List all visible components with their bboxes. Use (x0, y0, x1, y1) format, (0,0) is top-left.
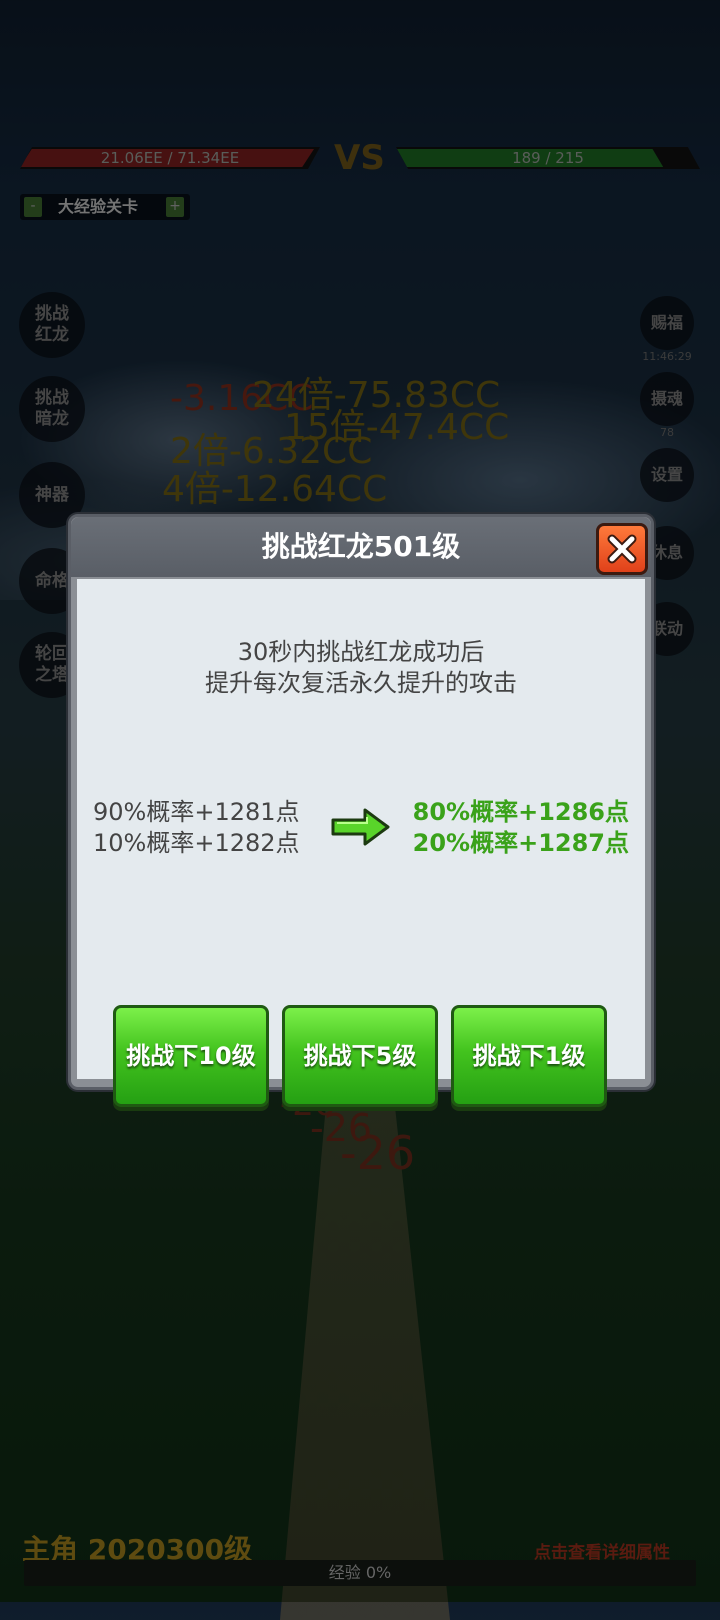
current-bonus: 90%概率+1281点 10%概率+1282点 (93, 797, 300, 859)
exp-bar: 经验 0% (24, 1560, 696, 1586)
challenge-next-10-button[interactable]: 挑战下10级 (113, 1005, 269, 1107)
current-bonus-line: 90%概率+1281点 (93, 798, 300, 826)
dialog-body: 30秒内挑战红龙成功后 提升每次复活永久提升的攻击 90%概率+1281点 10… (77, 579, 645, 1107)
exp-text: 经验 0% (328, 1563, 392, 1582)
dialog-header: 挑战红龙501级 (71, 517, 651, 577)
next-bonus: 80%概率+1286点 20%概率+1287点 (413, 797, 629, 859)
next-bonus-line: 20%概率+1287点 (412, 829, 629, 857)
next-bonus-line: 80%概率+1286点 (412, 798, 629, 826)
description-line: 提升每次复活永久提升的攻击 (205, 669, 517, 697)
dialog-description: 30秒内挑战红龙成功后 提升每次复活永久提升的攻击 (77, 637, 645, 699)
arrow-right-icon (331, 808, 390, 846)
current-bonus-line: 10%概率+1282点 (93, 829, 300, 857)
description-line: 30秒内挑战红龙成功后 (237, 638, 485, 666)
close-icon (607, 534, 637, 564)
close-button[interactable] (596, 523, 648, 575)
dialog-title: 挑战红龙501级 (261, 530, 461, 563)
challenge-next-5-button[interactable]: 挑战下5级 (282, 1005, 438, 1107)
challenge-next-1-button[interactable]: 挑战下1级 (451, 1005, 607, 1107)
challenge-dialog: 挑战红龙501级 30秒内挑战红龙成功后 提升每次复活永久提升的攻击 90%概率… (68, 514, 654, 1107)
